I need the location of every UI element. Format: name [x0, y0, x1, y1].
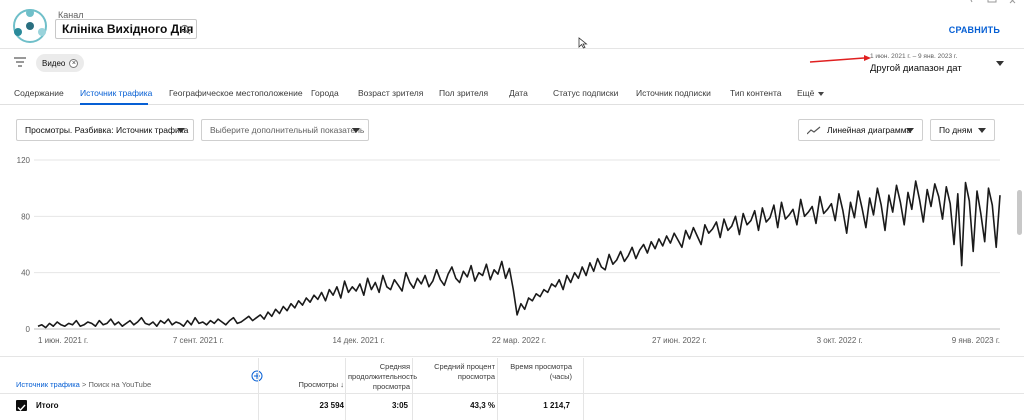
filter-chip-label: Видео [42, 58, 66, 68]
mouse-cursor-icon [578, 37, 588, 49]
x-tick-label: 1 июн. 2021 г. [38, 336, 88, 345]
breadcrumb: Источник трафика > Поиск на YouTube [16, 380, 151, 389]
add-column-icon[interactable] [251, 370, 263, 382]
tab-content[interactable]: Содержание [14, 88, 64, 98]
column-header-avg-duration[interactable]: Средняя продолжительность просмотра [348, 362, 417, 392]
scrollbar[interactable] [1017, 190, 1022, 235]
extra-metric-select-label: Выберите дополнительный показатель [210, 125, 365, 135]
table-divider [0, 356, 1024, 357]
chevron-down-icon [978, 128, 986, 133]
series-line-views [37, 180, 1001, 329]
compare-button[interactable]: СРАВНИТЬ [949, 25, 1000, 35]
date-range-selector[interactable]: 1 июн. 2021 г. – 9 янв. 2023 г. Другой д… [870, 53, 962, 74]
x-tick-label: 3 окт. 2022 г. [817, 336, 863, 345]
tab-viewer-gender[interactable]: Пол зрителя [439, 88, 488, 98]
tab-subscription-status[interactable]: Статус подписки [553, 88, 618, 98]
column-separator [345, 358, 346, 420]
total-avg-duration: 3:05 [391, 401, 408, 410]
channel-logo [13, 9, 47, 43]
column-separator [412, 358, 413, 420]
date-range-value: 1 июн. 2021 г. – 9 янв. 2023 г. [870, 53, 958, 60]
column-separator [258, 358, 259, 420]
y-tick-label: 0 [26, 325, 31, 334]
tab-subscription-source[interactable]: Источник подписки [636, 88, 711, 98]
column-separator [497, 358, 498, 420]
column-header-views-label: Просмотры [298, 380, 339, 389]
breadcrumb-link-traffic-source[interactable]: Источник трафика [16, 380, 80, 389]
line-chart-icon [807, 126, 821, 135]
y-tick-label: 80 [21, 212, 30, 221]
x-tick-label: 14 дек. 2021 г. [332, 336, 384, 345]
search-icon[interactable] [180, 24, 191, 35]
total-avg-percent: 43,3 % [470, 401, 495, 410]
active-tab-indicator [80, 103, 148, 105]
column-header-views[interactable]: Просмотры ↓ [268, 380, 345, 390]
chevron-down-icon [352, 128, 360, 133]
sort-arrow-down-icon: ↓ [340, 380, 344, 389]
chevron-down-icon[interactable] [996, 61, 1004, 66]
chevron-down-icon [906, 128, 914, 133]
tab-more[interactable]: Ещё [797, 88, 825, 98]
total-row-checkbox[interactable] [16, 400, 27, 412]
filter-icon[interactable] [14, 57, 26, 67]
tab-traffic-source[interactable]: Источник трафика [80, 88, 152, 98]
tab-more-label: Ещё [797, 88, 815, 98]
red-arrow-annotation [809, 55, 871, 63]
breadcrumb-separator: > [81, 380, 87, 389]
x-tick-label: 7 сент. 2021 г. [173, 336, 224, 345]
chart-type-select[interactable]: Линейная диаграмма [798, 119, 923, 141]
total-views: 23 594 [319, 401, 344, 410]
views-line-chart[interactable]: 0 40 80 120 1 июн. 2021 г. 7 сент. 2021 г. 14… [0, 150, 1024, 350]
chevron-down-icon [177, 128, 185, 133]
x-tick-label: 22 мар. 2022 г. [492, 336, 546, 345]
channel-name: Клініка Вихідного Дня [62, 22, 194, 36]
dimension-tabs: Содержание Источник трафика Географическ… [0, 79, 1024, 105]
top-right-icons[interactable] [930, 0, 1020, 6]
tab-viewer-age[interactable]: Возраст зрителя [358, 88, 423, 98]
column-header-avg-percent[interactable]: Средний процент просмотра [415, 362, 495, 382]
metric-select[interactable]: Просмотры. Разбивка: Источник трафика [16, 119, 194, 141]
interval-select-label: По дням [939, 125, 973, 135]
total-watch-time: 1 214,7 [543, 401, 570, 410]
channel-selector[interactable]: Клініка Вихідного Дня [55, 19, 197, 39]
y-tick-label: 40 [21, 269, 30, 278]
row-divider [0, 393, 1024, 394]
chart-type-select-label: Линейная диаграмма [827, 125, 912, 135]
interval-select[interactable]: По дням [930, 119, 995, 141]
x-tick-label: 27 июн. 2022 г. [652, 336, 707, 345]
tab-geography[interactable]: Географическое местоположение [169, 88, 303, 98]
tab-content-type[interactable]: Тип контента [730, 88, 782, 98]
metric-select-label: Просмотры. Разбивка: Источник трафика [25, 125, 189, 135]
filter-chip[interactable]: Видео × [36, 54, 85, 72]
tab-cities[interactable]: Города [311, 88, 339, 98]
column-header-watch-time[interactable]: Время просмотра (часы) [500, 362, 572, 382]
column-separator [583, 358, 584, 420]
extra-metric-select[interactable]: Выберите дополнительный показатель [201, 119, 369, 141]
y-tick-label: 120 [17, 156, 31, 165]
breadcrumb-current: Поиск на YouTube [88, 380, 152, 389]
date-range-preset: Другой диапазон дат [870, 63, 962, 74]
tab-date[interactable]: Дата [509, 88, 528, 98]
caret-down-icon [818, 91, 825, 96]
close-icon[interactable]: × [69, 58, 79, 68]
total-row-label: Итого [36, 401, 59, 410]
x-tick-label: 9 янв. 2023 г. [952, 336, 1000, 345]
